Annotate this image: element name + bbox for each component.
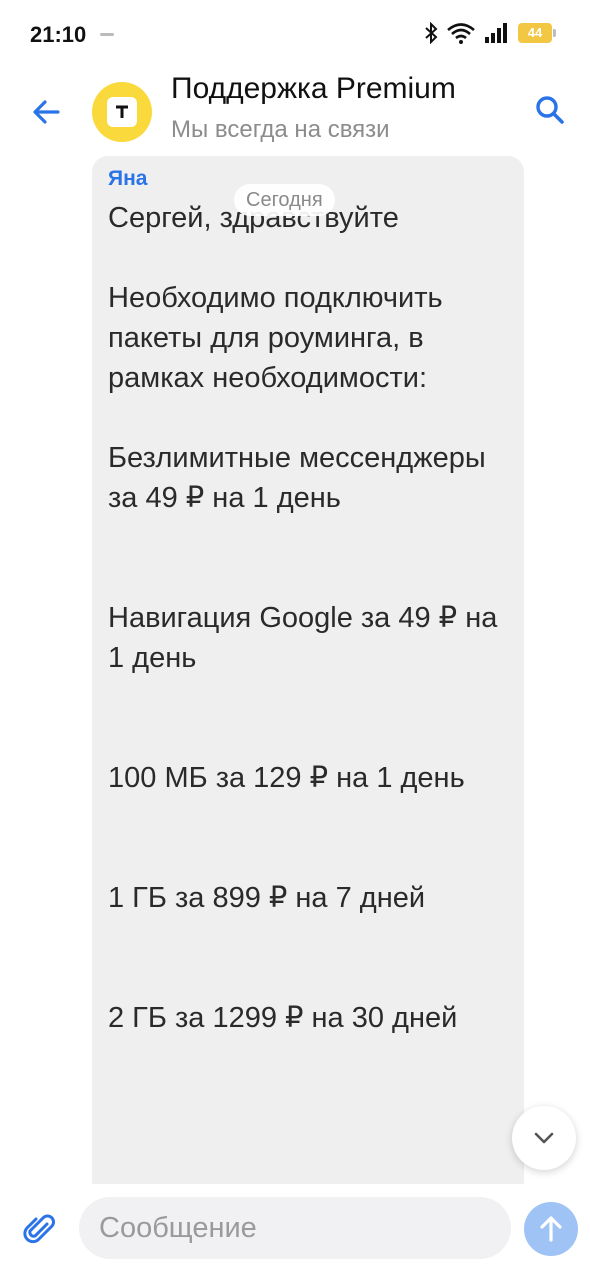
battery-icon: 44 [518, 23, 556, 43]
package-item: Навигация Google за 49 ₽ на 1 день [108, 602, 498, 674]
back-arrow-icon[interactable] [28, 94, 64, 130]
date-separator: Сегодня [234, 184, 335, 216]
package-item: 1 ГБ за 899 ₽ на 7 дней [108, 882, 426, 914]
message-input[interactable] [79, 1197, 511, 1259]
notification-indicator [100, 33, 114, 36]
bluetooth-icon [425, 22, 438, 44]
composer-bar [0, 1184, 590, 1280]
message-list[interactable]: Яна Сергей, здравствуйте Необходимо подк… [0, 156, 590, 1184]
status-time: 21:10 [30, 22, 87, 47]
chat-title[interactable]: Поддержка Premium [171, 72, 456, 106]
signal-icon [485, 23, 507, 43]
wifi-icon [447, 23, 475, 44]
message-text: Сергей, здравствуйте Необходимо подключи… [108, 198, 508, 1038]
chat-subtitle: Мы всегда на связи [171, 116, 390, 143]
chat-screen: 21:10 44 Поддержка Premium Мы всегда на … [0, 0, 590, 1280]
scroll-down-button[interactable] [512, 1106, 576, 1170]
status-bar: 21:10 44 [0, 0, 590, 66]
search-icon[interactable] [532, 92, 568, 128]
message-intro: Необходимо подключить пакеты для роуминг… [108, 282, 443, 394]
arrow-up-icon [540, 1216, 562, 1242]
package-item: 100 МБ за 129 ₽ на 1 день [108, 762, 465, 794]
message-bubble[interactable]: Яна Сергей, здравствуйте Необходимо подк… [92, 156, 524, 1184]
package-item: Безлимитные мессенджеры за 49 ₽ на 1 ден… [108, 442, 486, 514]
paperclip-icon[interactable] [22, 1212, 58, 1248]
chat-header: Поддержка Premium Мы всегда на связи [0, 66, 590, 156]
package-item: 2 ГБ за 1299 ₽ на 30 дней [108, 1002, 458, 1034]
avatar[interactable] [92, 82, 152, 142]
bank-logo-icon [107, 97, 137, 127]
send-button[interactable] [524, 1202, 578, 1256]
status-icons: 44 [424, 22, 556, 44]
chevron-down-icon [534, 1132, 554, 1144]
